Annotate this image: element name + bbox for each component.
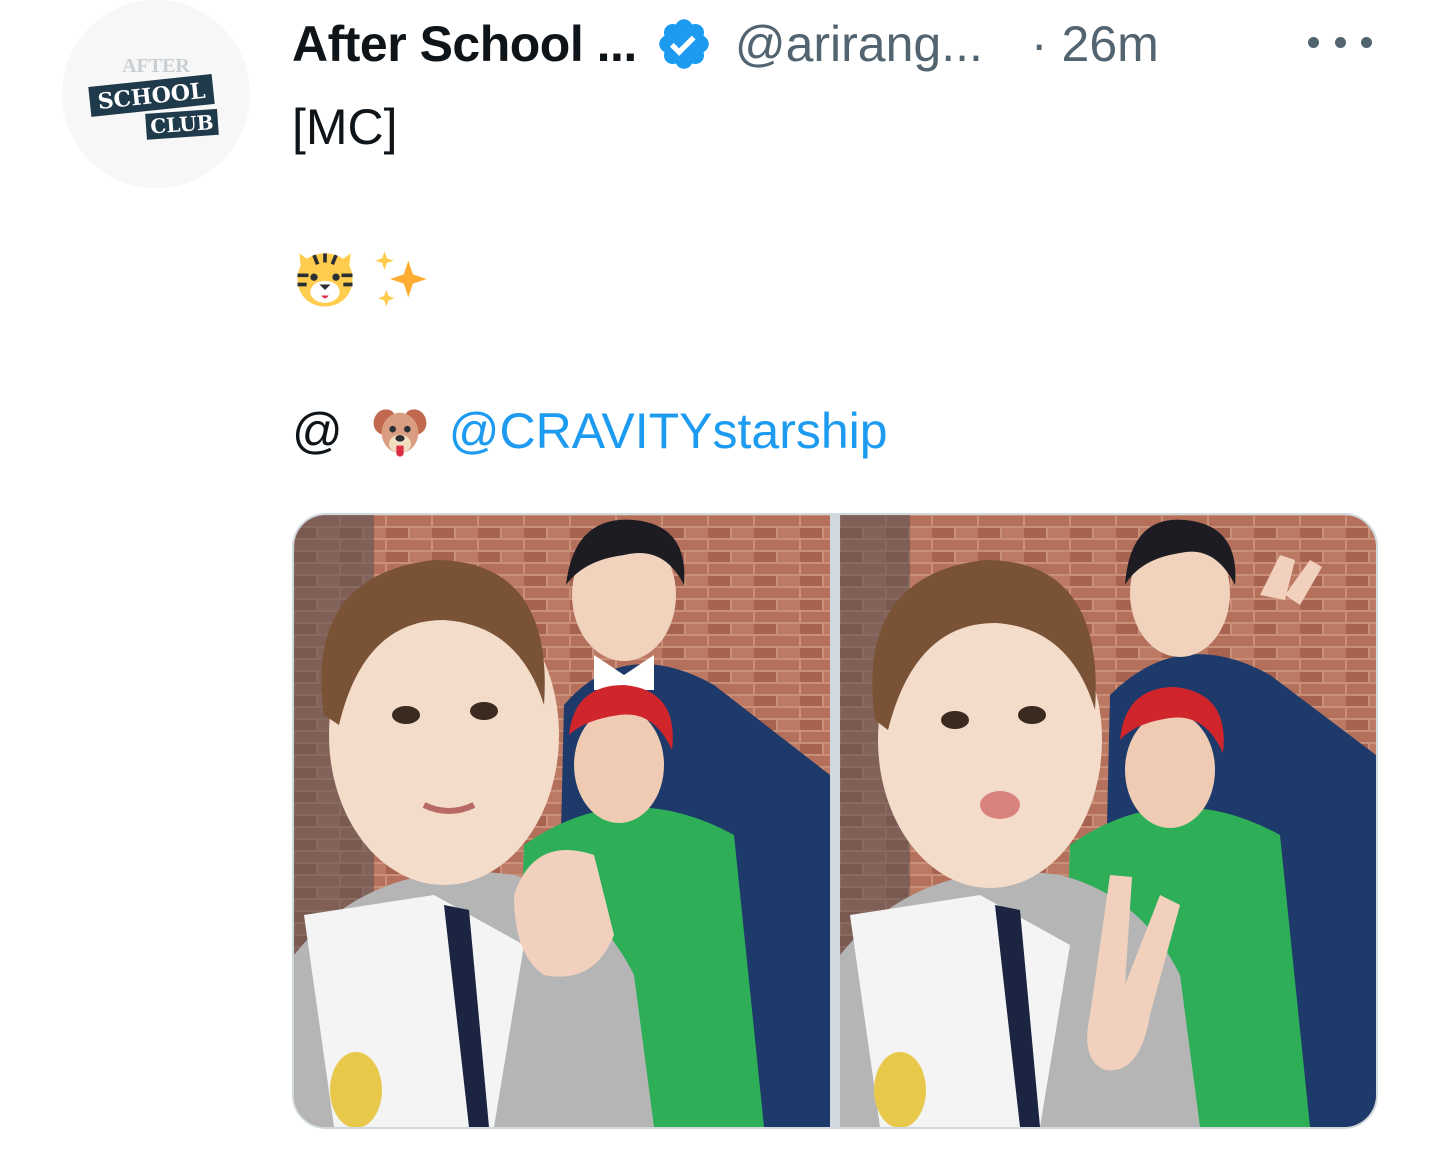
- photo-1[interactable]: [294, 515, 830, 1127]
- dog-face-emoji-icon: [367, 398, 433, 464]
- sparkles-emoji-icon: [368, 246, 434, 312]
- tweet-text-line-mc: [MC]: [292, 99, 398, 155]
- logo-text-top: AFTER: [122, 55, 190, 77]
- handle[interactable]: @arirang...: [735, 15, 983, 73]
- media-grid: [292, 513, 1378, 1129]
- timestamp[interactable]: 26m: [1062, 15, 1159, 73]
- selfie-photo-image: [840, 515, 1376, 1127]
- tweet-mention-line: @ @CRAVITYstarship: [292, 398, 888, 464]
- avatar[interactable]: AFTER SCHOOL CLUB: [62, 0, 250, 188]
- mention-link[interactable]: @CRAVITYstarship: [449, 402, 888, 460]
- tweet-header: After School ... @arirang... · 26m: [292, 12, 1159, 76]
- more-options-icon[interactable]: [1308, 30, 1372, 54]
- tiger-face-emoji-icon: [292, 246, 358, 312]
- selfie-photo-image: [294, 515, 830, 1127]
- at-sign-text: @: [292, 403, 343, 459]
- after-school-club-logo: AFTER SCHOOL CLUB: [62, 0, 250, 188]
- logo-text-bottom: CLUB: [150, 110, 215, 138]
- tweet[interactable]: AFTER SCHOOL CLUB After School ... @arir…: [0, 0, 1440, 1157]
- verified-badge-icon[interactable]: [655, 15, 713, 73]
- display-name[interactable]: After School ...: [292, 15, 637, 73]
- tweet-emoji-line: [292, 246, 434, 312]
- photo-2[interactable]: [840, 515, 1376, 1127]
- separator-dot: ·: [1030, 16, 1048, 72]
